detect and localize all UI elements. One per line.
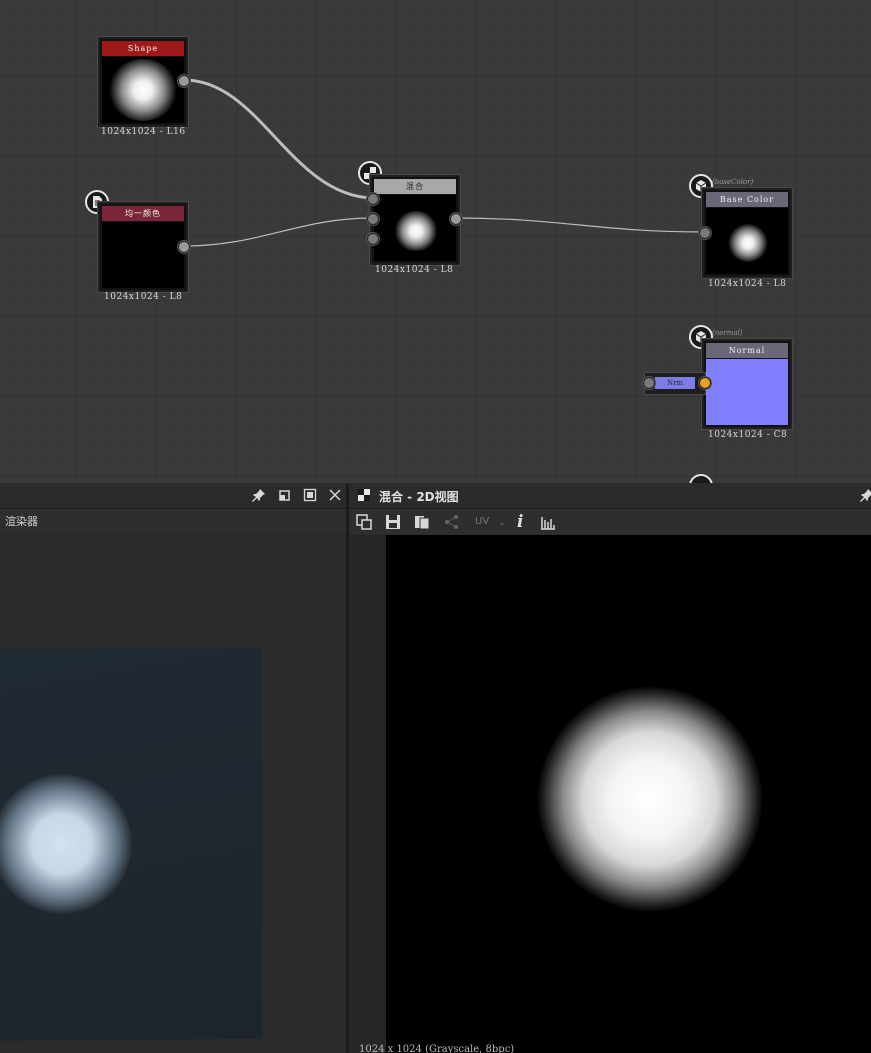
uv-dropdown[interactable]: UV — [475, 516, 489, 527]
texture-glow — [538, 687, 762, 911]
wire-shape-to-blend — [183, 78, 373, 200]
info-button[interactable]: i — [517, 512, 523, 532]
panel-titlebar: 混合 - 2D视图 — [349, 484, 871, 509]
2d-viewport[interactable]: 1024 x 1024 (Grayscale, 8bpc) — [349, 535, 871, 1053]
thumbnail-glow — [394, 211, 438, 251]
node-caption: 1024x1024 - L8 — [708, 279, 787, 289]
vertical-ruler — [349, 535, 386, 1053]
node-thumbnail — [102, 57, 184, 123]
node-normal[interactable]: Normal — [702, 339, 792, 429]
node-thumbnail — [706, 359, 788, 425]
node-header: Shape — [102, 41, 184, 56]
input-port-background[interactable] — [367, 213, 379, 225]
input-port-foreground[interactable] — [367, 193, 379, 205]
node-base-color[interactable]: Base Color — [702, 188, 792, 278]
panel-titlebar — [0, 484, 346, 509]
share-icon — [444, 514, 460, 530]
node-identifier: (normal) — [712, 329, 743, 337]
wire-color-to-blend — [183, 217, 373, 247]
output-port[interactable] — [699, 377, 711, 389]
close-icon[interactable] — [327, 488, 343, 504]
maximize-icon[interactable] — [302, 488, 318, 504]
image-info-status: 1024 x 1024 (Grayscale, 8bpc) — [359, 1044, 515, 1053]
input-port-mask[interactable] — [367, 233, 379, 245]
pin-icon[interactable] — [859, 488, 871, 504]
panel-title: 混合 - 2D视图 — [379, 490, 459, 504]
node-header: Normal — [706, 343, 788, 358]
node-caption: 1024x1024 - C8 — [708, 430, 788, 440]
input-port[interactable] — [643, 377, 655, 389]
input-port[interactable] — [699, 227, 711, 239]
node-header: 混合 — [374, 179, 456, 194]
node-thumbnail — [102, 222, 184, 288]
thumbnail-glow — [108, 59, 178, 121]
3d-view-panel: 渲染器 — [0, 484, 346, 1053]
thumbnail-glow — [728, 224, 768, 262]
texture-preview — [386, 535, 871, 1053]
3d-viewport[interactable] — [0, 531, 346, 1053]
node-uniform-color[interactable]: 均一颜色 — [98, 202, 188, 292]
output-port[interactable] — [450, 213, 462, 225]
2d-view-panel: 混合 - 2D视图 UV ⌄ i 1024 x 1024 (Grayscale,… — [349, 484, 871, 1053]
output-port[interactable] — [178, 75, 190, 87]
panel-toolbar: UV ⌄ i — [349, 509, 871, 535]
chevron-down-icon[interactable]: ⌄ — [494, 515, 510, 531]
node-thumbnail — [706, 208, 788, 274]
histogram-icon[interactable] — [540, 514, 556, 530]
node-caption: 1024x1024 - L8 — [375, 265, 454, 275]
node-header: Base Color — [706, 192, 788, 207]
node-header: 均一颜色 — [102, 206, 184, 221]
node-shape[interactable]: Shape — [98, 37, 188, 127]
wire-blend-to-basecolor — [455, 217, 705, 233]
panel-toolbar: 渲染器 — [0, 509, 346, 531]
node-identifier: (baseColor) — [712, 178, 754, 186]
node-caption: 1024x1024 - L8 — [104, 292, 183, 302]
node-label: Nrm — [655, 377, 695, 389]
node-graph-canvas[interactable]: Shape 1024x1024 - L16 均一颜色 1024x1024 - L… — [0, 0, 871, 483]
copy-icon[interactable] — [414, 514, 430, 530]
node-blend[interactable]: 混合 — [370, 175, 460, 265]
output-port[interactable] — [178, 241, 190, 253]
pin-icon[interactable] — [251, 488, 267, 504]
frame-icon[interactable] — [356, 514, 372, 530]
node-caption: 1024x1024 - L16 — [101, 127, 186, 137]
save-icon[interactable] — [385, 514, 401, 530]
float-window-icon[interactable] — [277, 488, 293, 504]
node-thumbnail — [374, 195, 456, 261]
blend-icon — [356, 488, 372, 504]
renderer-menu[interactable]: 渲染器 — [5, 513, 38, 529]
